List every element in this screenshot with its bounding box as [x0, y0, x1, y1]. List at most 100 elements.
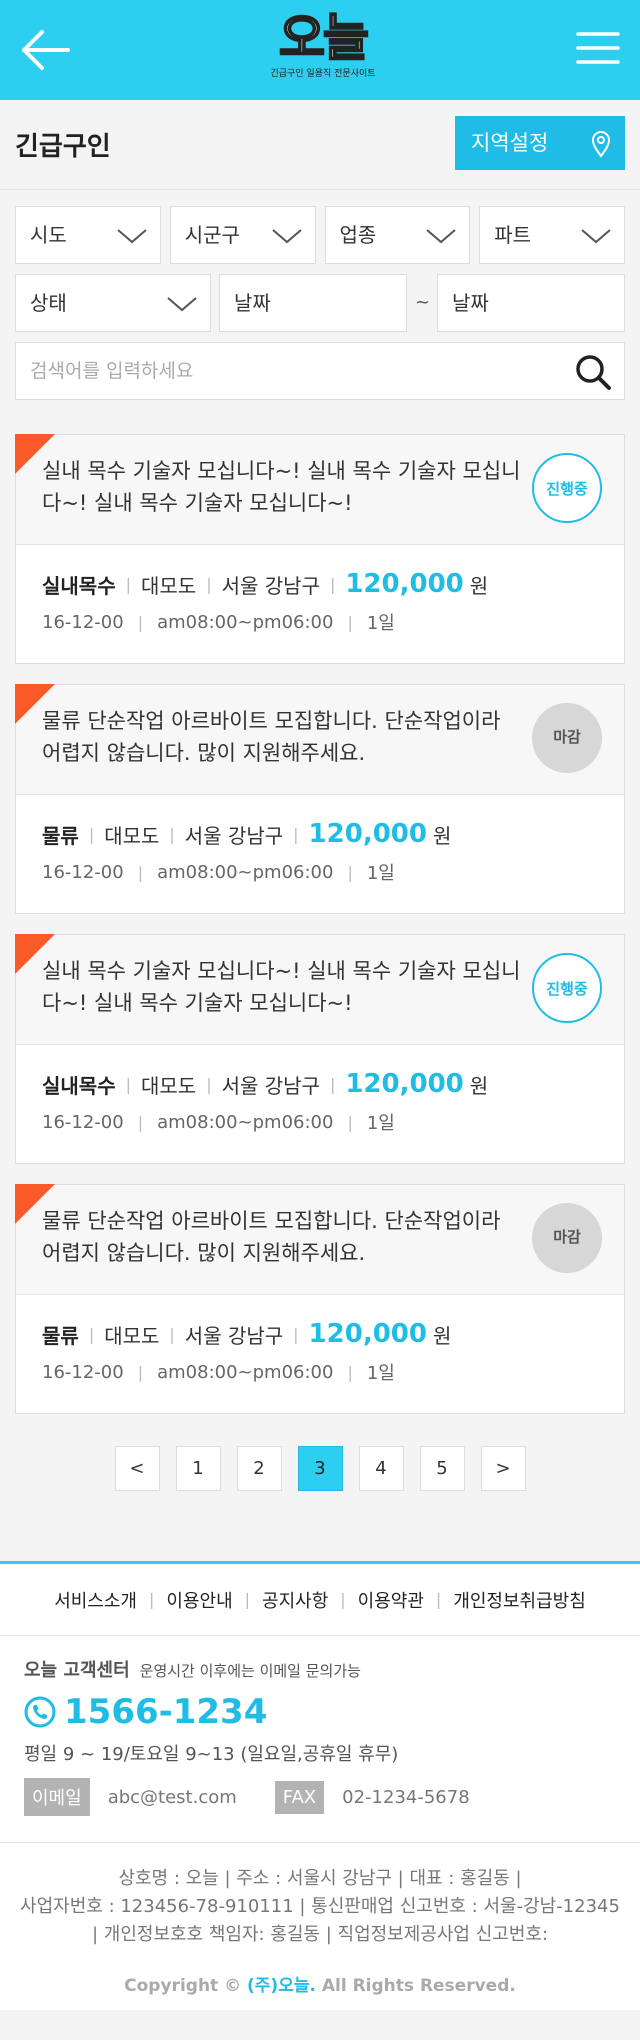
search-placeholder: 검색어를 입력하세요 — [30, 360, 194, 382]
location-pin-icon — [591, 131, 611, 158]
cs-hours: 평일 9 ~ 19/토요일 9~13 (일요일,공휴일 휴무) — [24, 1744, 399, 1765]
business-info-line: 상호명 : 오늘 | 주소 : 서울시 강남구 | 대표 : 홍길동 | — [118, 1868, 522, 1889]
status-badge: 진행중 — [532, 453, 602, 523]
date-to-input[interactable]: 날짜 — [437, 274, 625, 332]
page-titlebar: 긴급구인 지역설정 — [0, 100, 640, 190]
job-card[interactable]: 실내 목수 기술자 모십니다~! 실내 목수 기술자 모십니다~! 실내 목수 … — [15, 434, 625, 664]
job-date: 16-12-00 — [42, 1361, 124, 1383]
select-status-label: 상태 — [30, 291, 67, 315]
chevron-down-icon — [271, 229, 302, 244]
page-button-5[interactable]: 5 — [419, 1446, 465, 1491]
job-location: 서울 강남구 — [184, 823, 284, 848]
job-time: am08:00~pm06:00 — [157, 861, 334, 883]
job-title: 물류 단순작업 아르바이트 모집합니다. 단순작업이라 어렵지 않습니다. 많이… — [42, 709, 501, 765]
select-industry[interactable]: 업종 — [324, 206, 471, 264]
copyright-prefix: Copyright © — [124, 1976, 242, 1996]
price-unit: 원 — [432, 823, 452, 848]
email-address[interactable]: abc@test.com — [108, 1787, 237, 1808]
footer-link-service[interactable]: 서비스소개 — [54, 1587, 137, 1613]
job-card[interactable]: 실내 목수 기술자 모십니다~! 실내 목수 기술자 모십니다~! 실내 목수 … — [15, 934, 625, 1164]
job-area: 대모도 — [141, 1073, 197, 1098]
footer-link-terms[interactable]: 이용약관 — [358, 1587, 424, 1613]
date-from-label: 날짜 — [234, 291, 271, 315]
job-category: 물류 — [42, 823, 79, 848]
email-tag: 이메일 — [24, 1778, 90, 1816]
copyright-brand: (주)오늘. — [247, 1976, 316, 1996]
footer-link-privacy[interactable]: 개인정보취급방침 — [453, 1587, 585, 1613]
chevron-down-icon — [167, 297, 197, 312]
job-location: 서울 강남구 — [184, 1323, 284, 1348]
page-title: 긴급구인 — [15, 132, 111, 162]
job-card[interactable]: 물류 단순작업 아르바이트 모집합니다. 단순작업이라 어렵지 않습니다. 많이… — [15, 1184, 625, 1414]
copyright: Copyright © (주)오늘. All Rights Reserved. — [0, 1959, 640, 2010]
job-area: 대모도 — [104, 1323, 160, 1348]
app-header: 오늘 긴급구인 일용직 전문사이트 — [0, 0, 640, 100]
status-badge: 마감 — [532, 1203, 602, 1273]
prev-page-button[interactable]: < — [114, 1446, 160, 1491]
site-logo[interactable]: 오늘 긴급구인 일용직 전문사이트 — [268, 8, 378, 90]
select-sigungu[interactable]: 시군구 — [169, 206, 316, 264]
footer-link-notice[interactable]: 공지사항 — [262, 1587, 328, 1613]
filter-panel: 시도 시군구 업종 파트 상태 날짜 ~ 날짜 검색어를 입력하세요 — [0, 190, 640, 400]
search-icon[interactable] — [574, 353, 612, 391]
footer-link-guide[interactable]: 이용안내 — [166, 1587, 232, 1613]
page-button-2[interactable]: 2 — [236, 1446, 282, 1491]
select-sido-label: 시도 — [30, 223, 67, 247]
copyright-suffix: All Rights Reserved. — [321, 1976, 516, 1996]
job-category: 실내목수 — [42, 573, 116, 598]
select-status[interactable]: 상태 — [15, 274, 211, 332]
job-days: 1일 — [366, 1113, 395, 1134]
job-price: 120,000 — [345, 569, 464, 599]
job-time: am08:00~pm06:00 — [157, 611, 334, 633]
phone-number[interactable]: 1566-1234 — [24, 1692, 616, 1732]
select-part-label: 파트 — [494, 223, 532, 247]
page-button-1[interactable]: 1 — [175, 1446, 221, 1491]
logo-mark: 오늘 — [278, 8, 370, 68]
search-input[interactable]: 검색어를 입력하세요 — [15, 342, 625, 400]
select-sido[interactable]: 시도 — [15, 206, 161, 264]
status-badge: 진행중 — [532, 953, 602, 1023]
job-area: 대모도 — [104, 823, 160, 848]
divider: | — [435, 1590, 442, 1609]
page-button-3-current[interactable]: 3 — [297, 1446, 343, 1491]
select-part[interactable]: 파트 — [479, 206, 625, 264]
logo-tagline: 긴급구인 일용직 전문사이트 — [270, 69, 376, 79]
select-industry-label: 업종 — [339, 223, 377, 247]
arrow-left-icon[interactable] — [18, 28, 70, 72]
divider: | — [340, 1590, 346, 1609]
job-title: 실내 목수 기술자 모십니다~! 실내 목수 기술자 모십니다~! 실내 목수 … — [42, 459, 521, 515]
price-unit: 원 — [432, 1323, 452, 1348]
job-list: 실내 목수 기술자 모십니다~! 실내 목수 기술자 모십니다~! 실내 목수 … — [0, 434, 640, 1414]
job-time: am08:00~pm06:00 — [157, 1111, 334, 1133]
date-range-separator: ~ — [415, 292, 431, 313]
job-days: 1일 — [366, 863, 395, 884]
divider: | — [244, 1590, 251, 1609]
date-from-input[interactable]: 날짜 — [219, 274, 407, 332]
phone-icon — [24, 1696, 56, 1728]
select-sigungu-label: 시군구 — [184, 223, 240, 247]
job-card[interactable]: 물류 단순작업 아르바이트 모집합니다. 단순작업이라 어렵지 않습니다. 많이… — [15, 684, 625, 914]
customer-center: 오늘 고객센터 운영시간 이후에는 이메일 문의가능 1566-1234 평일 9… — [0, 1636, 640, 1843]
cs-title: 오늘 고객센터 — [24, 1660, 130, 1681]
job-location: 서울 강남구 — [221, 1073, 320, 1098]
job-title: 물류 단순작업 아르바이트 모집합니다. 단순작업이라 어렵지 않습니다. 많이… — [42, 1209, 501, 1265]
phone-number-text: 1566-1234 — [64, 1692, 268, 1732]
chevron-down-icon — [426, 229, 456, 244]
job-price: 120,000 — [345, 1069, 464, 1099]
region-setting-button[interactable]: 지역설정 — [455, 116, 625, 170]
job-category: 실내목수 — [42, 1073, 116, 1098]
cs-note: 운영시간 이후에는 이메일 문의가능 — [139, 1662, 361, 1680]
page-button-4[interactable]: 4 — [358, 1446, 404, 1491]
pagination: < 1 2 3 4 5 > — [0, 1446, 640, 1491]
footer-nav: 서비스소개 | 이용안내 | 공지사항 | 이용약관 | 개인정보취급방침 — [0, 1564, 640, 1636]
chevron-down-icon — [581, 229, 611, 244]
hamburger-icon[interactable] — [576, 30, 620, 66]
business-info-line: 사업자번호 : 123456-78-910111 | 통신판매업 신고번호 : … — [20, 1896, 620, 1945]
fax-tag: FAX — [274, 1780, 325, 1814]
divider: | — [149, 1590, 155, 1609]
region-setting-label: 지역설정 — [471, 131, 549, 155]
fax-number: 02-1234-5678 — [342, 1786, 470, 1808]
job-price: 120,000 — [308, 819, 427, 849]
next-page-button[interactable]: > — [480, 1446, 526, 1491]
job-time: am08:00~pm06:00 — [157, 1361, 334, 1383]
